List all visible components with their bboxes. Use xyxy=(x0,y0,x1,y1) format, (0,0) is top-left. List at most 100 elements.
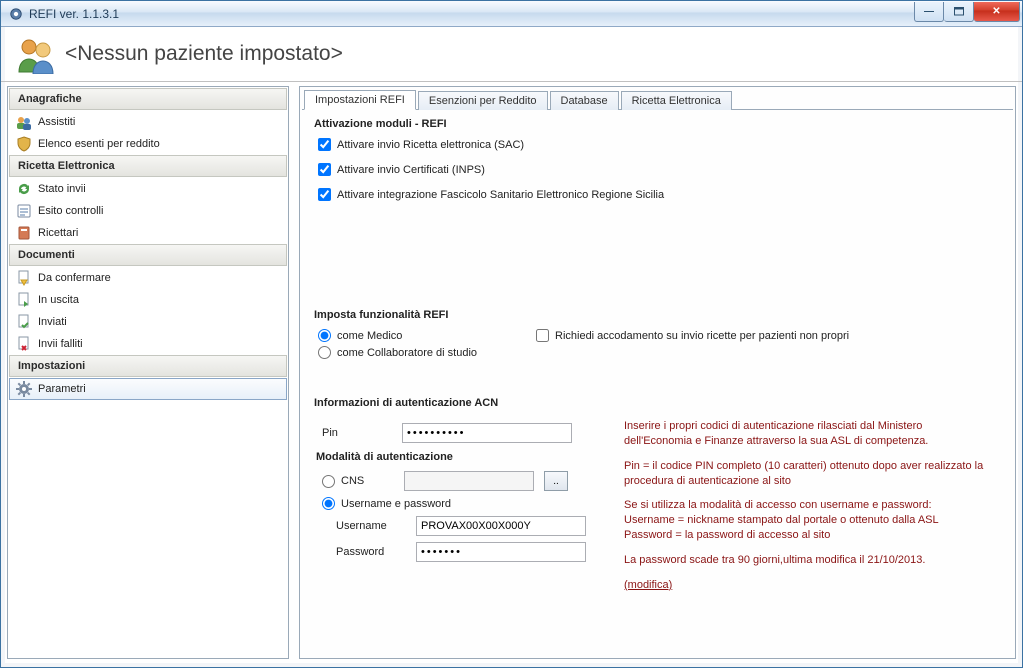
cns-browse-button[interactable]: .. xyxy=(544,471,568,491)
window-buttons: — ✕ xyxy=(914,2,1020,22)
patient-heading: <Nessun paziente impostato> xyxy=(65,42,343,66)
checkbox-accodamento[interactable] xyxy=(536,329,549,342)
sidebar-item-label: Ricettari xyxy=(38,227,78,239)
sidebar-item-ricettari[interactable]: Ricettari xyxy=(9,222,287,244)
refresh-icon xyxy=(16,181,32,197)
auth-hints: Inserire i propri codici di autenticazio… xyxy=(624,417,984,593)
app-icon xyxy=(9,7,23,21)
cns-input xyxy=(404,471,534,491)
book-icon xyxy=(16,225,32,241)
sidebar-item-stato-invii[interactable]: Stato invii xyxy=(9,178,287,200)
legend-funzionalita: Imposta funzionalità REFI xyxy=(314,309,1001,321)
doc-sent-icon xyxy=(16,314,32,330)
pin-label: Pin xyxy=(322,427,392,439)
hint-p2: Pin = il codice PIN completo (10 caratte… xyxy=(624,459,984,489)
tabs: Impostazioni REFI Esenzioni per Reddito … xyxy=(302,89,1013,110)
link-modifica[interactable]: (modifica) xyxy=(624,579,672,591)
radio-row-collaboratore[interactable]: come Collaboratore di studio xyxy=(318,346,477,359)
sidebar-item-da-confermare[interactable]: Da confermare xyxy=(9,267,287,289)
checkbox-row-fse[interactable]: Attivare integrazione Fascicolo Sanitari… xyxy=(318,188,1001,201)
sidebar: Anagrafiche Assistiti Elenco esenti per … xyxy=(7,86,289,659)
checklist-icon xyxy=(16,203,32,219)
sidebar-header-anagrafiche: Anagrafiche xyxy=(9,88,287,110)
fieldset-funzionalita: Imposta funzionalità REFI come Medico Ri… xyxy=(314,307,1001,363)
doc-fail-icon xyxy=(16,336,32,352)
sidebar-item-label: Parametri xyxy=(38,383,86,395)
titlebar: REFI ver. 1.1.3.1 — ✕ xyxy=(1,1,1022,27)
sidebar-header-impostazioni: Impostazioni xyxy=(9,355,287,377)
radio-label: come Medico xyxy=(337,330,402,342)
hint-p4: La password scade tra 90 giorni,ultima m… xyxy=(624,553,984,568)
workarea: Anagrafiche Assistiti Elenco esenti per … xyxy=(1,82,1022,667)
patients-icon xyxy=(15,34,55,74)
header: <Nessun paziente impostato> xyxy=(1,27,1022,82)
radio-row-medico[interactable]: come Medico xyxy=(318,329,518,342)
sidebar-item-inviati[interactable]: Inviati xyxy=(9,311,287,333)
sidebar-item-label: In uscita xyxy=(38,294,79,306)
sidebar-header-documenti: Documenti xyxy=(9,244,287,266)
checkbox-row-accodamento[interactable]: Richiedi accodamento su invio ricette pe… xyxy=(536,329,849,342)
username-label: Username xyxy=(336,520,406,532)
shield-icon xyxy=(16,136,32,152)
sidebar-item-parametri[interactable]: Parametri xyxy=(9,378,287,400)
sidebar-header-ricetta: Ricetta Elettronica xyxy=(9,155,287,177)
sidebar-item-esito-controlli[interactable]: Esito controlli xyxy=(9,200,287,222)
checkbox-label: Richiedi accodamento su invio ricette pe… xyxy=(555,330,849,342)
pin-input[interactable] xyxy=(402,423,572,443)
radio-cns[interactable] xyxy=(322,475,335,488)
gear-icon xyxy=(16,381,32,397)
sidebar-item-esenti[interactable]: Elenco esenti per reddito xyxy=(9,133,287,155)
username-input[interactable] xyxy=(416,516,586,536)
tab-ricetta-elettronica[interactable]: Ricetta Elettronica xyxy=(621,91,732,110)
checkbox-inps[interactable] xyxy=(318,163,331,176)
tab-body: Attivazione moduli - REFI Attivare invio… xyxy=(302,110,1013,650)
checkbox-label: Attivare invio Ricetta elettronica (SAC) xyxy=(337,139,524,151)
radio-row-cns[interactable]: CNS xyxy=(322,475,394,488)
checkbox-label: Attivare integrazione Fascicolo Sanitari… xyxy=(337,189,664,201)
main-panel: Impostazioni REFI Esenzioni per Reddito … xyxy=(299,86,1016,659)
people-icon xyxy=(16,114,32,130)
sidebar-item-label: Invii falliti xyxy=(38,338,83,350)
tab-impostazioni-refi[interactable]: Impostazioni REFI xyxy=(304,90,416,110)
checkbox-sac[interactable] xyxy=(318,138,331,151)
radio-userpass[interactable] xyxy=(322,497,335,510)
fieldset-moduli: Attivazione moduli - REFI Attivare invio… xyxy=(314,116,1001,213)
sidebar-item-label: Esito controlli xyxy=(38,205,103,217)
radio-row-userpass[interactable]: Username e password xyxy=(322,497,451,510)
checkbox-fse[interactable] xyxy=(318,188,331,201)
legend-moduli: Attivazione moduli - REFI xyxy=(314,118,1001,130)
radio-collaboratore[interactable] xyxy=(318,346,331,359)
window-title: REFI ver. 1.1.3.1 xyxy=(29,7,914,21)
sidebar-item-invii-falliti[interactable]: Invii falliti xyxy=(9,333,287,355)
sidebar-item-label: Inviati xyxy=(38,316,67,328)
sidebar-item-label: Assistiti xyxy=(38,116,75,128)
legend-auth: Informazioni di autenticazione ACN xyxy=(314,397,1001,409)
radio-medico[interactable] xyxy=(318,329,331,342)
maximize-button[interactable] xyxy=(944,2,974,22)
sidebar-item-in-uscita[interactable]: In uscita xyxy=(9,289,287,311)
sidebar-item-label: Da confermare xyxy=(38,272,111,284)
app-window: REFI ver. 1.1.3.1 — ✕ <Nessun paziente i… xyxy=(0,0,1023,668)
radio-label: CNS xyxy=(341,475,364,487)
radio-label: come Collaboratore di studio xyxy=(337,347,477,359)
minimize-button[interactable]: — xyxy=(914,2,944,22)
fieldset-auth: Informazioni di autenticazione ACN Pin M… xyxy=(314,395,1001,593)
checkbox-row-inps[interactable]: Attivare invio Certificati (INPS) xyxy=(318,163,1001,176)
legend-modalita: Modalità di autenticazione xyxy=(316,451,594,463)
password-input[interactable] xyxy=(416,542,586,562)
checkbox-label: Attivare invio Certificati (INPS) xyxy=(337,164,485,176)
close-button[interactable]: ✕ xyxy=(974,2,1020,22)
sidebar-item-assistiti[interactable]: Assistiti xyxy=(9,111,287,133)
hint-p3: Se si utilizza la modalità di accesso co… xyxy=(624,498,984,543)
auth-left: Pin Modalità di autenticazione CNS xyxy=(314,417,594,593)
radio-label: Username e password xyxy=(341,498,451,510)
sidebar-item-label: Elenco esenti per reddito xyxy=(38,138,160,150)
password-label: Password xyxy=(336,546,406,558)
sidebar-item-label: Stato invii xyxy=(38,183,86,195)
checkbox-row-sac[interactable]: Attivare invio Ricetta elettronica (SAC) xyxy=(318,138,1001,151)
tab-database[interactable]: Database xyxy=(550,91,619,110)
doc-warn-icon xyxy=(16,270,32,286)
hint-p1: Inserire i propri codici di autenticazio… xyxy=(624,419,984,449)
tab-esenzioni-reddito[interactable]: Esenzioni per Reddito xyxy=(418,91,548,110)
doc-out-icon xyxy=(16,292,32,308)
